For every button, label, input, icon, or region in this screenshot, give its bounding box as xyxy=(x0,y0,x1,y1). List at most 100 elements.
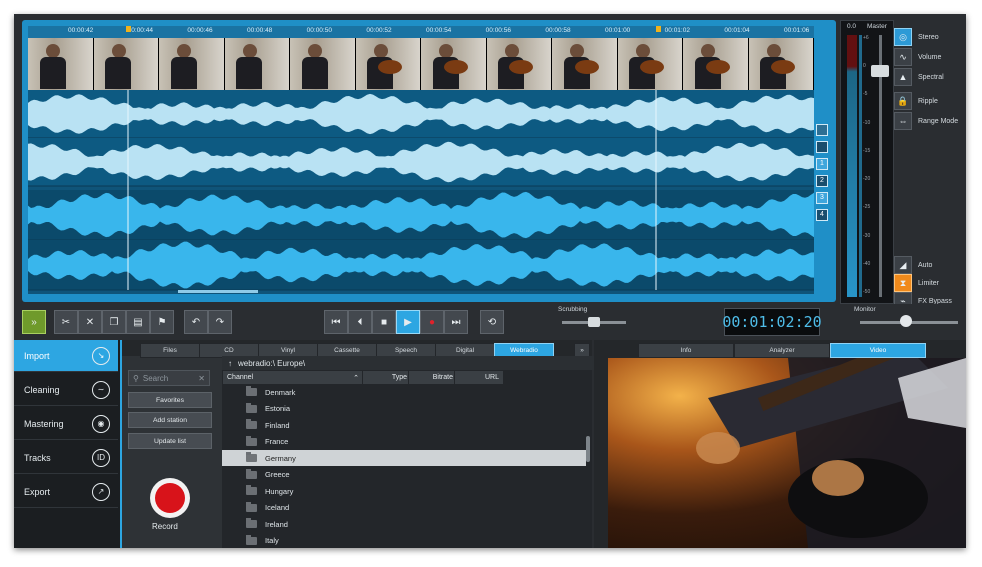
station-row[interactable]: Greece xyxy=(222,467,586,483)
station-list: ↑ webradio:\ Europe\ Channel ⌃ Type Bitrat… xyxy=(222,356,598,549)
column-header-type[interactable]: Type xyxy=(362,370,412,385)
range-mode-control[interactable]: ⇔ Range Mode xyxy=(894,112,958,130)
video-frame-thumbnail xyxy=(748,38,814,90)
station-name: Italy xyxy=(265,536,279,545)
limiter-icon: ⧗ xyxy=(894,274,912,292)
range-mode-label: Range Mode xyxy=(918,117,959,125)
tab-info[interactable]: Info xyxy=(638,343,734,358)
tab-files[interactable]: Files xyxy=(140,343,200,358)
delete-button[interactable]: ✕ xyxy=(78,310,102,334)
limiter-label: Limiter xyxy=(918,279,940,287)
ruler-tick-label: 00:00:42 xyxy=(68,27,94,34)
track-number-3[interactable]: 3 xyxy=(816,192,828,204)
track-number-2[interactable]: 2 xyxy=(816,175,828,187)
track-toggle-a[interactable] xyxy=(816,124,828,136)
search-input[interactable]: ⚲ Search ✕ xyxy=(128,370,210,386)
station-row[interactable]: France xyxy=(222,434,586,450)
station-name: Denmark xyxy=(265,387,296,397)
collapse-button[interactable]: » xyxy=(22,310,46,334)
sidebar-item-tracks[interactable]: Tracks ID xyxy=(14,442,118,474)
monitor-slider-knob[interactable] xyxy=(900,315,912,327)
folder-icon xyxy=(246,402,257,413)
sidebar-item-export[interactable]: Export ↗ xyxy=(14,476,118,508)
master-fader-knob[interactable] xyxy=(871,65,889,77)
play-button[interactable]: ▶ xyxy=(396,310,420,334)
station-row[interactable]: Finland xyxy=(222,417,586,433)
copy-button[interactable]: ❐ xyxy=(102,310,126,334)
monitor-label: Monitor xyxy=(854,306,876,313)
volume-label: Volume xyxy=(918,53,942,61)
sidebar-item-label: Tracks xyxy=(24,452,51,463)
skip-start-button[interactable]: ⏮ xyxy=(324,310,348,334)
waveform-area[interactable] xyxy=(28,90,814,294)
up-arrow-icon[interactable]: ↑ xyxy=(228,359,232,368)
video-frame-thumbnail xyxy=(28,38,94,90)
ruler-tick-label: 00:00:50 xyxy=(306,27,332,34)
loop-button[interactable]: ⟲ xyxy=(480,310,504,334)
track-number-1[interactable]: 1 xyxy=(816,158,828,170)
stop-button[interactable]: ■ xyxy=(372,310,396,334)
stereo-control[interactable]: ◎ Stereo xyxy=(894,28,939,46)
station-row[interactable]: Estonia xyxy=(222,401,586,417)
ruler-tick-label: 00:00:52 xyxy=(366,27,392,34)
clear-search-icon[interactable]: ✕ xyxy=(198,374,205,383)
redo-button[interactable]: ↷ xyxy=(208,310,232,334)
breadcrumb[interactable]: ↑ webradio:\ Europe\ xyxy=(222,356,598,370)
video-frame-thumbnail xyxy=(93,38,159,90)
scrubbing-slider-knob[interactable] xyxy=(588,317,600,327)
column-header-channel[interactable]: Channel ⌃ xyxy=(222,370,366,385)
station-row[interactable]: Iceland xyxy=(222,500,586,516)
record-button[interactable] xyxy=(150,478,190,518)
timeline-scrollbar[interactable] xyxy=(178,290,258,293)
cut-button[interactable]: ✂ xyxy=(54,310,78,334)
import-browser: Files CD Vinyl Cassette Speech Digital W… xyxy=(122,340,598,549)
range-mode-icon: ⇔ xyxy=(894,112,912,130)
add-station-button[interactable]: Add station xyxy=(128,412,212,428)
spectral-label: Spectral xyxy=(918,73,944,81)
station-row[interactable]: Germany xyxy=(222,450,586,466)
spectral-control[interactable]: ▲ Spectral xyxy=(894,68,944,86)
previous-button[interactable]: ⏴ xyxy=(348,310,372,334)
marker-flag-icon[interactable] xyxy=(126,26,131,32)
sidebar-item-cleaning[interactable]: Cleaning ∼ xyxy=(14,374,118,406)
guitarist-image xyxy=(696,358,966,548)
ripple-control[interactable]: 🔒 Ripple xyxy=(894,92,938,110)
limiter-control[interactable]: ⧗ Limiter xyxy=(894,274,939,292)
previous-icon: ⏴ xyxy=(357,316,363,328)
sidebar: Import ↘ Cleaning ∼ Mastering ◉ Tracks ID Ex… xyxy=(14,340,122,548)
stop-icon: ■ xyxy=(380,316,388,328)
station-row[interactable]: Hungary xyxy=(222,483,586,499)
station-name: Iceland xyxy=(265,503,290,512)
column-header-url[interactable]: URL xyxy=(454,370,504,385)
volume-control[interactable]: ∿ Volume xyxy=(894,48,941,66)
sidebar-item-mastering[interactable]: Mastering ◉ xyxy=(14,408,118,440)
ruler-tick-label: 00:00:44 xyxy=(127,27,153,34)
marker-flag-icon[interactable] xyxy=(656,26,661,32)
record-transport-button[interactable]: ● xyxy=(420,310,444,334)
video-thumbnail-strip[interactable] xyxy=(28,38,814,90)
skip-end-button[interactable]: ⏭ xyxy=(444,310,468,334)
marker-button[interactable]: ⚑ xyxy=(150,310,174,334)
transport-bar: » ✂ ✕ ❐ ▤ ⚑ ↶ ↷ ⏮ ⏴ ■ ▶ ● ⏭ ⟲ Scrubbing … xyxy=(14,304,966,340)
undo-button[interactable]: ↶ xyxy=(184,310,208,334)
sidebar-item-import[interactable]: Import ↘ xyxy=(14,340,118,372)
column-channel-label: Channel xyxy=(227,374,254,381)
station-row[interactable]: Italy xyxy=(222,533,586,549)
favorites-button[interactable]: Favorites xyxy=(128,392,212,408)
station-row[interactable]: Denmark xyxy=(222,384,586,400)
master-level-readout: 0.0 xyxy=(847,23,857,30)
tab-video[interactable]: Video xyxy=(830,343,926,358)
search-icon: ⚲ xyxy=(133,373,139,383)
tab-analyzer[interactable]: Analyzer xyxy=(734,343,830,358)
ruler-tick-label: 00:00:48 xyxy=(247,27,273,34)
update-list-button[interactable]: Update list xyxy=(128,433,212,449)
station-name: Finland xyxy=(265,420,290,430)
track-number-4[interactable]: 4 xyxy=(816,209,828,221)
station-row[interactable]: Ireland xyxy=(222,516,586,532)
paste-button[interactable]: ▤ xyxy=(126,310,150,334)
list-scrollbar[interactable] xyxy=(586,436,590,462)
timeline-canvas[interactable]: 00:00:42 00:00:44 00:00:46 00:00:48 00:00:50… xyxy=(28,26,814,294)
column-header-bitrate[interactable]: Bitrate xyxy=(408,370,458,385)
auto-control[interactable]: ◢ Auto xyxy=(894,256,932,274)
track-toggle-b[interactable] xyxy=(816,141,828,153)
